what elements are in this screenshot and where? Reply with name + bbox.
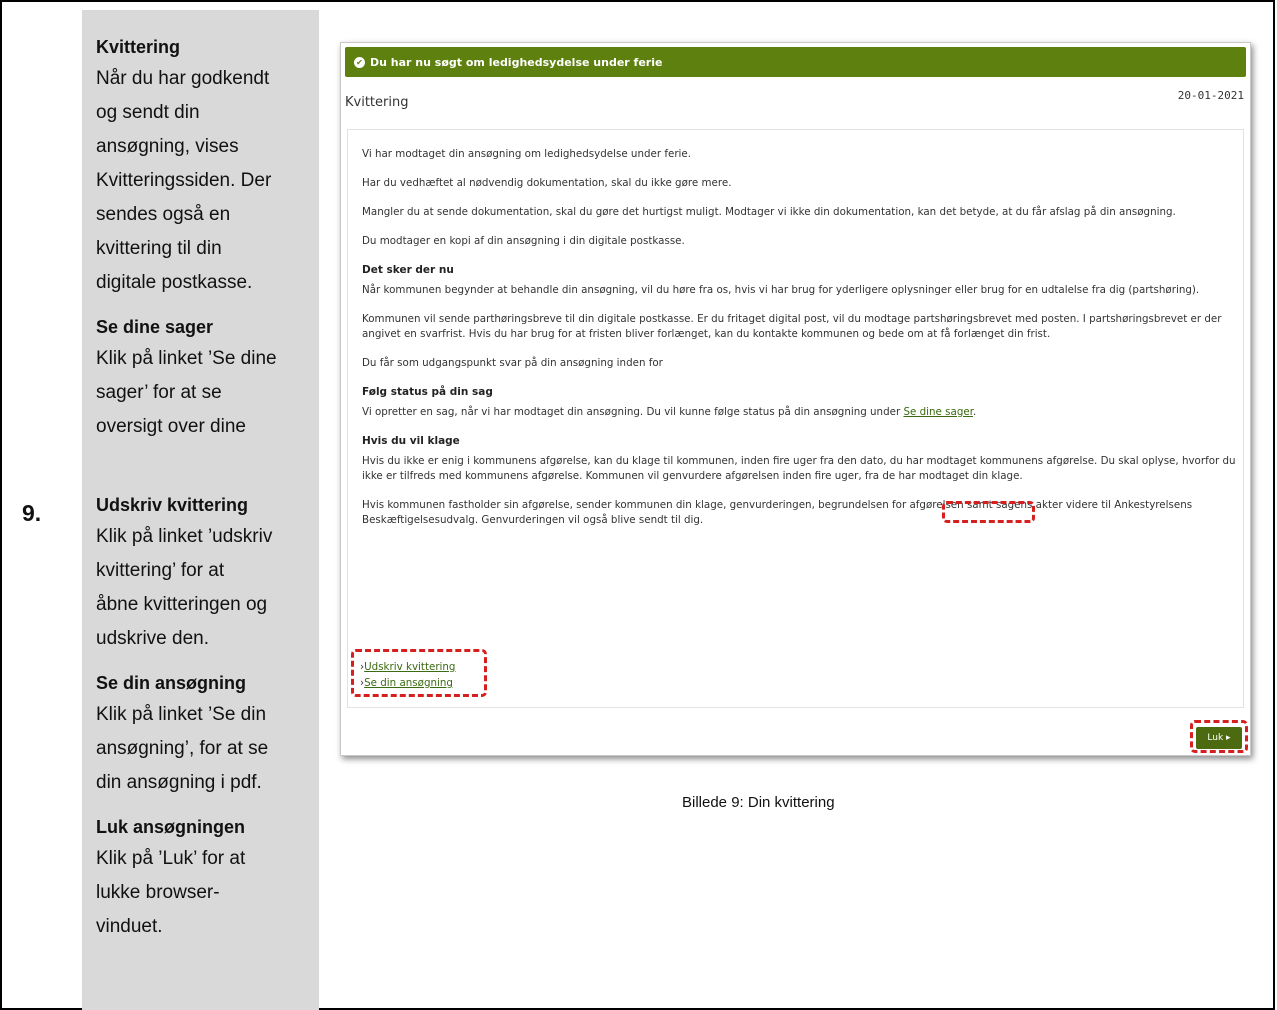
figure-caption: Billede 9: Din kvittering [682, 794, 835, 811]
highlight-links [351, 649, 487, 697]
close-heading: Luk ansøgningen [96, 817, 246, 837]
cases-instructions: Se dine sager Klik på linket ’Se dine sa… [96, 312, 311, 444]
receipt-content: Vi har modtaget din ansøgning om ledighe… [347, 129, 1244, 708]
highlight-cases-link [942, 501, 1035, 523]
application-heading: Se din ansøgning [96, 673, 247, 693]
receipt-paragraph: Du får som udgangspunkt svar på din ansø… [362, 357, 663, 369]
close-instructions: Luk ansøgningen Klik på ’Luk’ for at luk… [96, 812, 311, 944]
receipt-paragraph: Mangler du at sende dokumentation, skal … [362, 206, 1176, 218]
instructions-sidebar: Kvittering Når du har godkendt og sendt … [82, 10, 319, 1010]
print-text: Klik på linket ’udskriv kvittering’ for … [96, 526, 273, 649]
receipt-instructions: Kvittering Når du har godkendt og sendt … [96, 32, 311, 300]
section-heading: Det sker der nu [362, 264, 454, 276]
status-text: Vi opretter en sag, når vi har modtaget … [362, 406, 904, 418]
receipt-heading: Kvittering [96, 37, 181, 57]
cases-heading: Se dine sager [96, 317, 214, 337]
receipt-paragraph: Hvis du ikke er enig i kommunens afgørel… [362, 455, 1236, 482]
receipt-paragraph: Vi har modtaget din ansøgning om ledighe… [362, 148, 692, 160]
receipt-paragraph: Hvis kommunen fastholder sin afgørelse, … [362, 499, 1193, 526]
receipt-paragraph: Har du vedhæftet al nødvendig dokumentat… [362, 177, 732, 189]
application-text: Klik på linket ’Se din ansøgning’, for a… [96, 704, 269, 793]
success-banner-text: Du har nu søgt om ledighedsydelse under … [370, 55, 663, 69]
section-heading: Hvis du vil klage [362, 435, 460, 447]
close-text: Klik på ’Luk’ for at lukke browser- vind… [96, 848, 246, 937]
status-paragraph: Vi opretter en sag, når vi har modtaget … [362, 406, 977, 418]
check-circle-icon: ✔ [354, 56, 365, 68]
application-instructions: Se din ansøgning Klik på linket ’Se din … [96, 668, 311, 800]
print-instructions: Udskriv kvittering Klik på linket ’udskr… [96, 490, 311, 656]
receipt-paragraph: Når kommunen begynder at behandle din an… [362, 284, 1200, 296]
cases-text: Klik på linket ’Se dine sager’ for at se… [96, 348, 277, 437]
print-heading: Udskriv kvittering [96, 495, 249, 515]
receipt-text: Når du har godkendt og sendt din ansøgni… [96, 68, 272, 293]
highlight-close-button [1190, 720, 1248, 753]
step-number: 9. [22, 500, 42, 526]
receipt-title: Kvittering [345, 95, 409, 110]
receipt-paragraph: Kommunen vil sende parthøringsbreve til … [362, 313, 1222, 340]
receipt-screenshot: ✔ Du har nu søgt om ledighedsydelse unde… [340, 42, 1251, 756]
success-banner: ✔ Du har nu søgt om ledighedsydelse unde… [345, 47, 1246, 77]
see-cases-link[interactable]: Se dine sager [903, 406, 973, 418]
section-heading: Følg status på din sag [362, 386, 493, 398]
receipt-date: 20-01-2021 [1177, 89, 1244, 102]
receipt-paragraph: Du modtager en kopi af din ansøgning i d… [362, 235, 685, 247]
